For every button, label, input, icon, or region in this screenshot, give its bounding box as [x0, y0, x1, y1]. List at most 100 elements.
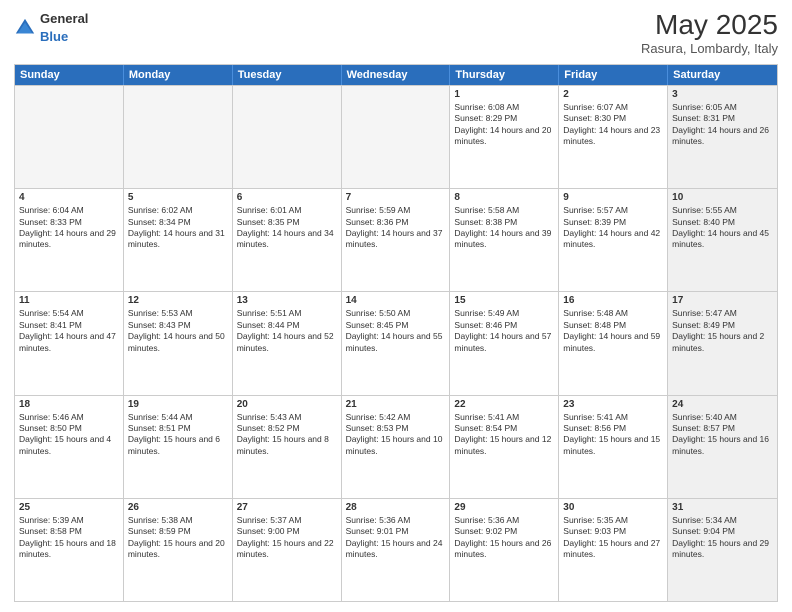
- day-info: Sunrise: 5:47 AM Sunset: 8:49 PM Dayligh…: [672, 308, 773, 354]
- day-info: Sunrise: 5:41 AM Sunset: 8:54 PM Dayligh…: [454, 412, 554, 458]
- header-day-wednesday: Wednesday: [342, 65, 451, 85]
- day-info: Sunrise: 5:46 AM Sunset: 8:50 PM Dayligh…: [19, 412, 119, 458]
- calendar: SundayMondayTuesdayWednesdayThursdayFrid…: [14, 64, 778, 602]
- cal-cell-empty-1: [124, 86, 233, 188]
- header-day-thursday: Thursday: [450, 65, 559, 85]
- logo-blue: Blue: [40, 29, 68, 44]
- day-number: 27: [237, 502, 337, 513]
- cal-cell-8: 8Sunrise: 5:58 AM Sunset: 8:38 PM Daylig…: [450, 189, 559, 291]
- day-number: 17: [672, 295, 773, 306]
- day-number: 6: [237, 192, 337, 203]
- day-number: 5: [128, 192, 228, 203]
- cal-cell-30: 30Sunrise: 5:35 AM Sunset: 9:03 PM Dayli…: [559, 499, 668, 601]
- logo-general: General: [40, 11, 88, 26]
- day-info: Sunrise: 5:43 AM Sunset: 8:52 PM Dayligh…: [237, 412, 337, 458]
- day-info: Sunrise: 6:07 AM Sunset: 8:30 PM Dayligh…: [563, 102, 663, 148]
- day-number: 16: [563, 295, 663, 306]
- day-info: Sunrise: 5:54 AM Sunset: 8:41 PM Dayligh…: [19, 308, 119, 354]
- header-day-sunday: Sunday: [15, 65, 124, 85]
- day-number: 15: [454, 295, 554, 306]
- subtitle: Rasura, Lombardy, Italy: [641, 41, 778, 56]
- calendar-body: 1Sunrise: 6:08 AM Sunset: 8:29 PM Daylig…: [15, 85, 777, 601]
- cal-cell-empty-0: [15, 86, 124, 188]
- day-info: Sunrise: 5:37 AM Sunset: 9:00 PM Dayligh…: [237, 515, 337, 561]
- day-number: 25: [19, 502, 119, 513]
- cal-cell-29: 29Sunrise: 5:36 AM Sunset: 9:02 PM Dayli…: [450, 499, 559, 601]
- day-number: 18: [19, 399, 119, 410]
- day-number: 22: [454, 399, 554, 410]
- calendar-row-3: 18 Sunrise: 5:46 AM Sunset: 8:50 PM Dayli…: [15, 395, 777, 498]
- header: General Blue May 2025 Rasura, Lombardy, …: [14, 10, 778, 56]
- cal-cell-14: 14 Sunrise: 5:50 AM Sunset: 8:45 PM Dayli…: [342, 292, 451, 394]
- day-number: 26: [128, 502, 228, 513]
- cal-cell-13: 13Sunrise: 5:51 AM Sunset: 8:44 PM Dayli…: [233, 292, 342, 394]
- header-day-saturday: Saturday: [668, 65, 777, 85]
- day-info: Sunrise: 5:58 AM Sunset: 8:38 PM Dayligh…: [454, 205, 554, 251]
- cal-cell-22: 22 Sunrise: 5:41 AM Sunset: 8:54 PM Dayli…: [450, 396, 559, 498]
- cal-cell-7: 7Sunrise: 5:59 AM Sunset: 8:36 PM Daylig…: [342, 189, 451, 291]
- day-info: Sunrise: 5:48 AM Sunset: 8:48 PM Dayligh…: [563, 308, 663, 354]
- day-info: Sunrise: 5:40 AM Sunset: 8:57 PM Dayligh…: [672, 412, 773, 458]
- day-number: 28: [346, 502, 446, 513]
- day-number: 1: [454, 89, 554, 100]
- day-info: Sunrise: 5:57 AM Sunset: 8:39 PM Dayligh…: [563, 205, 663, 251]
- day-number: 4: [19, 192, 119, 203]
- day-number: 10: [672, 192, 773, 203]
- cal-cell-18: 18 Sunrise: 5:46 AM Sunset: 8:50 PM Dayli…: [15, 396, 124, 498]
- day-number: 30: [563, 502, 663, 513]
- header-day-monday: Monday: [124, 65, 233, 85]
- cal-cell-23: 23 Sunrise: 5:41 AM Sunset: 8:56 PM Dayli…: [559, 396, 668, 498]
- calendar-row-0: 1Sunrise: 6:08 AM Sunset: 8:29 PM Daylig…: [15, 85, 777, 188]
- header-day-tuesday: Tuesday: [233, 65, 342, 85]
- cal-cell-1: 1Sunrise: 6:08 AM Sunset: 8:29 PM Daylig…: [450, 86, 559, 188]
- day-number: 9: [563, 192, 663, 203]
- cal-cell-empty-2: [233, 86, 342, 188]
- calendar-row-4: 25Sunrise: 5:39 AM Sunset: 8:58 PM Dayli…: [15, 498, 777, 601]
- day-number: 14: [346, 295, 446, 306]
- main-title: May 2025: [641, 10, 778, 41]
- day-info: Sunrise: 5:41 AM Sunset: 8:56 PM Dayligh…: [563, 412, 663, 458]
- day-info: Sunrise: 6:01 AM Sunset: 8:35 PM Dayligh…: [237, 205, 337, 251]
- title-area: May 2025 Rasura, Lombardy, Italy: [641, 10, 778, 56]
- cal-cell-5: 5 Sunrise: 6:02 AM Sunset: 8:34 PM Daylig…: [124, 189, 233, 291]
- calendar-row-2: 11 Sunrise: 5:54 AM Sunset: 8:41 PM Dayli…: [15, 291, 777, 394]
- cal-cell-3: 3 Sunrise: 6:05 AM Sunset: 8:31 PM Daylig…: [668, 86, 777, 188]
- day-info: Sunrise: 5:53 AM Sunset: 8:43 PM Dayligh…: [128, 308, 228, 354]
- cal-cell-15: 15 Sunrise: 5:49 AM Sunset: 8:46 PM Dayli…: [450, 292, 559, 394]
- day-number: 3: [672, 89, 773, 100]
- cal-cell-6: 6 Sunrise: 6:01 AM Sunset: 8:35 PM Daylig…: [233, 189, 342, 291]
- cal-cell-12: 12 Sunrise: 5:53 AM Sunset: 8:43 PM Dayli…: [124, 292, 233, 394]
- calendar-header: SundayMondayTuesdayWednesdayThursdayFrid…: [15, 65, 777, 85]
- day-number: 13: [237, 295, 337, 306]
- day-number: 12: [128, 295, 228, 306]
- day-info: Sunrise: 5:55 AM Sunset: 8:40 PM Dayligh…: [672, 205, 773, 251]
- cal-cell-24: 24Sunrise: 5:40 AM Sunset: 8:57 PM Dayli…: [668, 396, 777, 498]
- day-info: Sunrise: 5:36 AM Sunset: 9:02 PM Dayligh…: [454, 515, 554, 561]
- cal-cell-25: 25Sunrise: 5:39 AM Sunset: 8:58 PM Dayli…: [15, 499, 124, 601]
- cal-cell-20: 20 Sunrise: 5:43 AM Sunset: 8:52 PM Dayli…: [233, 396, 342, 498]
- cal-cell-17: 17 Sunrise: 5:47 AM Sunset: 8:49 PM Dayli…: [668, 292, 777, 394]
- logo-icon: [14, 17, 36, 39]
- cal-cell-26: 26Sunrise: 5:38 AM Sunset: 8:59 PM Dayli…: [124, 499, 233, 601]
- day-number: 21: [346, 399, 446, 410]
- day-info: Sunrise: 6:04 AM Sunset: 8:33 PM Dayligh…: [19, 205, 119, 251]
- cal-cell-4: 4 Sunrise: 6:04 AM Sunset: 8:33 PM Daylig…: [15, 189, 124, 291]
- day-number: 11: [19, 295, 119, 306]
- cal-cell-28: 28Sunrise: 5:36 AM Sunset: 9:01 PM Dayli…: [342, 499, 451, 601]
- day-number: 20: [237, 399, 337, 410]
- day-info: Sunrise: 5:34 AM Sunset: 9:04 PM Dayligh…: [672, 515, 773, 561]
- day-number: 23: [563, 399, 663, 410]
- day-info: Sunrise: 5:50 AM Sunset: 8:45 PM Dayligh…: [346, 308, 446, 354]
- day-info: Sunrise: 5:49 AM Sunset: 8:46 PM Dayligh…: [454, 308, 554, 354]
- day-info: Sunrise: 5:59 AM Sunset: 8:36 PM Dayligh…: [346, 205, 446, 251]
- day-info: Sunrise: 6:02 AM Sunset: 8:34 PM Dayligh…: [128, 205, 228, 251]
- cal-cell-21: 21Sunrise: 5:42 AM Sunset: 8:53 PM Dayli…: [342, 396, 451, 498]
- page: General Blue May 2025 Rasura, Lombardy, …: [0, 0, 792, 612]
- day-number: 31: [672, 502, 773, 513]
- day-info: Sunrise: 6:05 AM Sunset: 8:31 PM Dayligh…: [672, 102, 773, 148]
- cal-cell-11: 11 Sunrise: 5:54 AM Sunset: 8:41 PM Dayli…: [15, 292, 124, 394]
- cal-cell-31: 31 Sunrise: 5:34 AM Sunset: 9:04 PM Dayli…: [668, 499, 777, 601]
- day-number: 2: [563, 89, 663, 100]
- calendar-row-1: 4 Sunrise: 6:04 AM Sunset: 8:33 PM Daylig…: [15, 188, 777, 291]
- cal-cell-19: 19Sunrise: 5:44 AM Sunset: 8:51 PM Dayli…: [124, 396, 233, 498]
